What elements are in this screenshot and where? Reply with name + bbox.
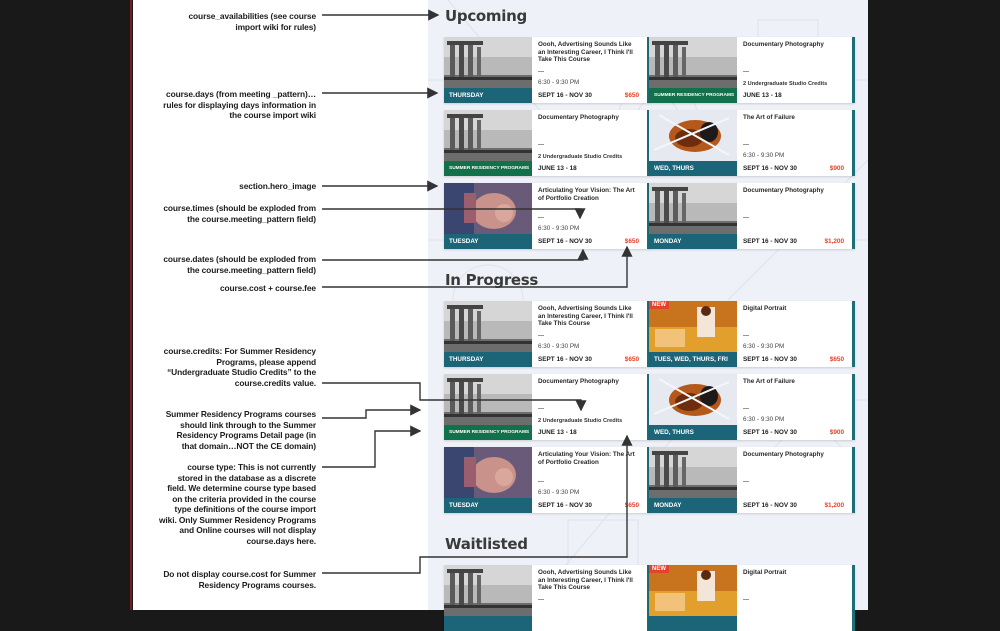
course-days-bar [444, 616, 532, 631]
annotation-arrow [322, 434, 633, 574]
annotation-arrow [322, 382, 587, 412]
annotation-arrow [322, 248, 589, 261]
annotation-arrow [322, 404, 422, 419]
annotation-arrow [322, 208, 586, 220]
annotation-arrow [322, 425, 422, 468]
course-days-bar [649, 616, 737, 631]
annotation-arrows [322, 9, 633, 574]
annotation-arrow [322, 245, 633, 288]
mockup-canvas: course_availabilities (see course import … [0, 0, 1000, 631]
